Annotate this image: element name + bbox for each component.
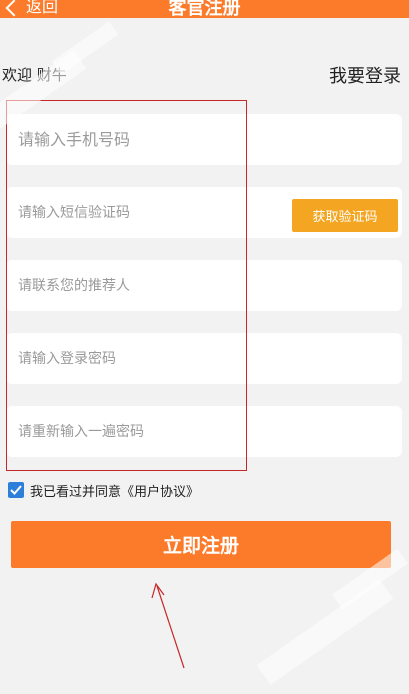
password-field-container bbox=[6, 333, 402, 384]
register-button[interactable]: 立即注册 bbox=[11, 521, 391, 568]
confirm-password-field-container bbox=[6, 406, 402, 457]
page-title: 客官注册 bbox=[168, 0, 241, 18]
welcome-text: 欢迎 财牛 bbox=[2, 66, 67, 84]
referrer-field-container bbox=[6, 260, 402, 311]
phone-input[interactable] bbox=[6, 114, 402, 165]
top-bar: 返回 客官注册 bbox=[0, 0, 409, 18]
phone-field-container bbox=[6, 114, 402, 165]
agreement-checkbox[interactable] bbox=[8, 482, 24, 498]
watermark-blur bbox=[256, 579, 394, 685]
checkmark-icon bbox=[10, 485, 22, 495]
agreement-text[interactable]: 我已看过并同意《用户协议》 bbox=[30, 481, 199, 500]
referrer-input[interactable] bbox=[6, 260, 402, 311]
password-input[interactable] bbox=[6, 333, 402, 384]
get-code-button[interactable]: 获取验证码 bbox=[292, 199, 398, 232]
agreement-row: 我已看过并同意《用户协议》 bbox=[8, 481, 199, 500]
confirm-password-input[interactable] bbox=[6, 406, 402, 457]
login-link[interactable]: 我要登录 bbox=[329, 62, 401, 88]
